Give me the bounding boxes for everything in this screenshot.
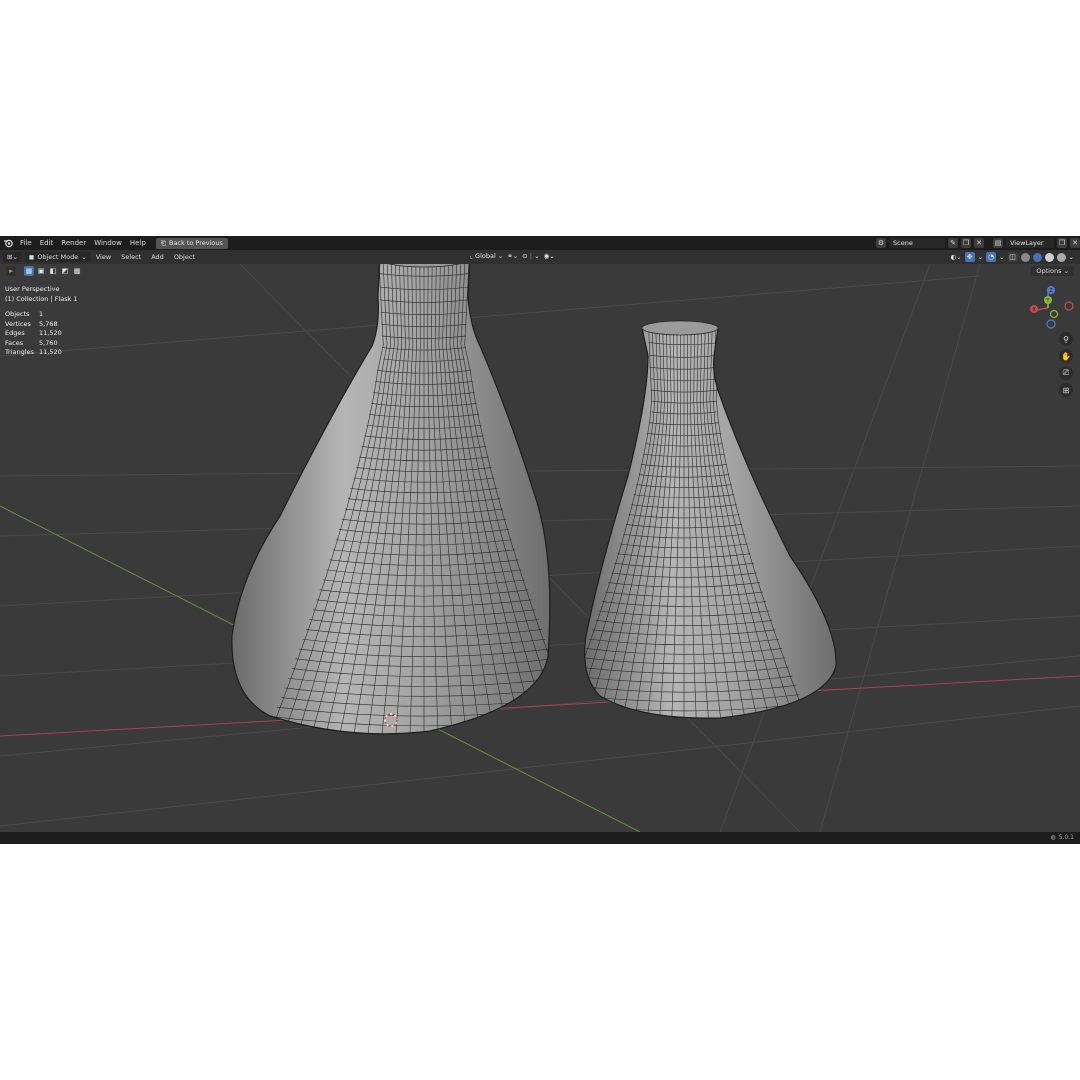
menu-add[interactable]: Add: [146, 253, 169, 261]
mode-label: Object Mode: [37, 253, 79, 261]
top-menu-bar: File Edit Render Window Help ⎗ Back to P…: [0, 236, 1080, 250]
stat-row: Faces 5,760: [5, 338, 58, 347]
select-box-subtract-icon[interactable]: ◧: [48, 266, 58, 276]
chevron-down-icon[interactable]: ⌄: [978, 253, 983, 261]
options-label: Options: [1036, 267, 1062, 275]
gizmo-z-label: Z: [1049, 288, 1053, 294]
menu-window[interactable]: Window: [90, 239, 126, 247]
view-layer-icon[interactable]: ▤: [993, 238, 1003, 248]
hand-pan-icon[interactable]: ✋: [1059, 349, 1073, 363]
options-button[interactable]: Options ⌄: [1031, 266, 1074, 276]
snap-icon[interactable]: ⊙⋮⌄: [522, 252, 539, 260]
gizmo-neg-z[interactable]: [1046, 319, 1056, 329]
visibility-icon[interactable]: ◐⌄: [951, 253, 962, 261]
menu-view[interactable]: View: [91, 253, 116, 261]
object-mode-icon: ◼: [28, 253, 35, 261]
version-info: ◍ 5.0.1: [1050, 834, 1074, 841]
zoom-icon[interactable]: ⚲: [1059, 332, 1073, 346]
solid-shading-icon[interactable]: [1032, 252, 1042, 262]
gizmo-neg-y[interactable]: [1049, 309, 1059, 319]
delete-scene-icon[interactable]: ✕: [974, 238, 984, 248]
chevron-down-icon[interactable]: ⌄: [999, 253, 1004, 261]
navigation-buttons: ⚲ ✋ ⎚ ⊞: [1059, 332, 1073, 397]
menu-render[interactable]: Render: [57, 239, 90, 247]
rendered-shading-icon[interactable]: [1056, 252, 1066, 262]
transform-icon: ⌞: [470, 252, 474, 260]
chevron-down-icon: ⌄: [81, 253, 87, 261]
menu-object[interactable]: Object: [169, 253, 200, 261]
statistics-overlay: Objects 1 Vertices 5,768 Edges 11,520 Faces…: [5, 310, 62, 358]
delete-layer-icon[interactable]: ✕: [1070, 238, 1080, 248]
editor-type-button[interactable]: ⊞⌄: [3, 252, 22, 262]
navigation-gizmo[interactable]: Z Y X: [1024, 284, 1076, 332]
overlay-icon[interactable]: ◔: [986, 252, 997, 262]
new-scene-icon[interactable]: ❐: [961, 238, 971, 248]
select-box-new-icon[interactable]: ▦: [24, 266, 34, 276]
blender-logo-icon[interactable]: [3, 238, 13, 248]
transform-orientation-select[interactable]: ⌞ Global ⌄: [470, 252, 503, 260]
new-layer-icon[interactable]: ❐: [1057, 238, 1067, 248]
select-box-extend-icon[interactable]: ▣: [36, 266, 46, 276]
material-shading-icon[interactable]: [1044, 252, 1054, 262]
xray-icon[interactable]: ◫: [1007, 252, 1018, 262]
status-bar: ◍ 5.0.1: [0, 832, 1080, 844]
gizmo-icon[interactable]: ✥: [964, 252, 975, 262]
stat-row: Vertices 5,768: [5, 319, 58, 328]
transform-orientation-label: Global: [475, 252, 496, 260]
chevron-down-icon: ⌄: [497, 252, 504, 260]
topbar-right: ⚙ Scene ✎ ❐ ✕ ▤ ViewLayer ❐ ✕: [876, 236, 1080, 250]
collection-label: (1) Collection | Flask 1: [5, 295, 78, 303]
scene-icon[interactable]: ⚙: [876, 238, 886, 248]
view-layer-name: ViewLayer: [1010, 239, 1044, 247]
select-tool-icon[interactable]: ▸: [6, 266, 16, 276]
menu-file[interactable]: File: [16, 239, 36, 247]
viewport-3d[interactable]: [0, 264, 1080, 832]
mode-select[interactable]: ◼ Object Mode ⌄: [24, 252, 91, 262]
menu-help[interactable]: Help: [126, 239, 150, 247]
pivot-icon[interactable]: ⚭⌄: [507, 252, 518, 260]
menu-edit[interactable]: Edit: [36, 239, 58, 247]
perspective-label: User Perspective: [5, 285, 60, 293]
wireframe-shading-icon[interactable]: [1020, 252, 1030, 262]
version-label: 5.0.1: [1058, 834, 1074, 841]
scene-field[interactable]: Scene: [889, 238, 945, 248]
gizmo-neg-x[interactable]: [1064, 301, 1074, 311]
chevron-down-icon[interactable]: ⌄: [1069, 253, 1074, 261]
back-to-previous-label: Back to Previous: [168, 239, 223, 247]
proportional-icon[interactable]: ◉⌄: [544, 252, 555, 260]
stat-row: Objects 1: [5, 310, 44, 318]
viewport-header: ⊞⌄ ◼ Object Mode ⌄ View Select Add Objec…: [0, 250, 1080, 264]
stat-row: Triangles 11,520: [5, 348, 62, 357]
view-layer-field[interactable]: ViewLayer: [1006, 238, 1054, 248]
stat-row: Edges 11,520: [5, 329, 62, 338]
blender-window: File Edit Render Window Help ⎗ Back to P…: [0, 236, 1080, 844]
tool-row: ▸ ▦ ▣ ◧ ◩ ▩: [6, 266, 82, 276]
camera-icon[interactable]: ⎚: [1059, 366, 1073, 380]
scene-name: Scene: [893, 239, 913, 247]
editor-type-icon: ⊞⌄: [7, 253, 18, 261]
globe-icon: ◍: [1050, 834, 1056, 841]
viewport-info: User Perspective (1) Collection | Flask …: [5, 284, 78, 304]
center-tools: ⌞ Global ⌄ ⚭⌄ ⊙⋮⌄ ◉⌄: [470, 252, 555, 260]
select-box-intersect-icon[interactable]: ▩: [72, 266, 82, 276]
back-to-previous-button[interactable]: ⎗ Back to Previous: [155, 237, 228, 249]
gizmo-x-label: X: [1032, 307, 1036, 313]
grid-icon[interactable]: ⊞: [1059, 383, 1073, 397]
right-tools: ◐⌄ ✥ ⌄ ◔ ⌄ ◫ ⌄: [951, 252, 1074, 262]
back-icon: ⎗: [160, 238, 166, 247]
select-box-invert-icon[interactable]: ◩: [60, 266, 70, 276]
menu-select[interactable]: Select: [116, 253, 146, 261]
pin-icon[interactable]: ✎: [948, 238, 958, 248]
